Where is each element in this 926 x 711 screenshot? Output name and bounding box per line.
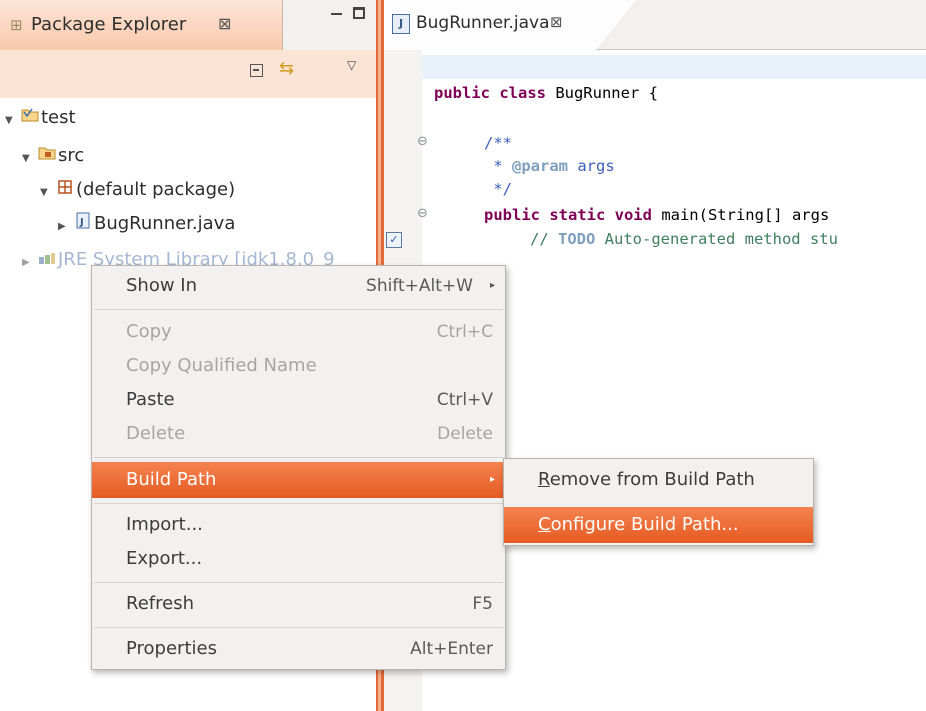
menu-separator [94,457,503,458]
link-with-editor-icon[interactable]: ⇆ [279,58,294,79]
menu-item-label: Copy [126,321,172,342]
expand-twisty-icon[interactable]: ▼ [5,105,19,137]
code-line-javadoc-param[interactable]: * @param args [484,157,615,175]
fold-collapse-icon[interactable]: ⊖ [417,134,428,149]
menu-item-refresh[interactable]: Refresh F5 [92,586,505,622]
submenu-arrow-icon: ▸ [489,280,495,291]
menu-item-export[interactable]: Export... [92,541,505,577]
menu-item-label: Paste [126,389,175,410]
menu-item-show-in[interactable]: Show In Shift+Alt+W ▸ [92,268,505,304]
menu-item-delete[interactable]: Delete Delete [92,416,505,452]
menu-mnemonic: C [538,514,551,535]
menu-item-copy-qualified-name[interactable]: Copy Qualified Name [92,348,505,384]
tree-item-bugrunner-java[interactable]: ▶ J BugRunner.java [58,208,235,240]
code-line-main-decl[interactable]: public static void main(String[] args [484,206,829,224]
menu-mnemonic: R [538,469,550,490]
tree-item-src[interactable]: ▼ src [22,140,84,172]
menu-item-build-path[interactable]: Build Path ▸ [92,462,505,498]
code-keyword: public static void [484,206,652,224]
menu-item-label: Import... [126,514,203,535]
collapse-all-icon[interactable] [250,64,263,77]
menu-item-accelerator: Delete [437,424,493,444]
code-javadoc-tag: @param [512,157,568,175]
tree-item-label: test [41,107,76,128]
tree-item-label: BugRunner.java [94,213,236,234]
menu-item-paste[interactable]: Paste Ctrl+V [92,382,505,418]
code-comment: Auto-generated method stu [595,230,838,248]
tree-item-label: src [58,145,85,166]
code-javadoc: * [484,157,512,175]
menu-item-properties[interactable]: Properties Alt+Enter [92,631,505,667]
package-explorer-toolbar [0,50,376,98]
submenu-arrow-icon: ▸ [489,474,495,485]
current-line-highlight [422,55,926,79]
code-line-todo[interactable]: // TODO Auto-generated method stu [530,230,838,248]
java-file-icon: J [72,208,94,240]
fold-collapse-icon[interactable]: ⊖ [417,206,428,221]
package-explorer-icon: ⊞ [10,16,23,34]
minimize-icon[interactable] [330,7,344,21]
menu-item-label: Build Path [126,469,217,490]
project-icon [19,102,41,134]
tree-item-default-package[interactable]: ▼ (default package) [40,174,235,206]
view-menu-icon[interactable]: ▽ [347,58,356,72]
library-icon [36,244,58,276]
maximize-icon[interactable] [353,7,365,19]
code-line-class-decl[interactable]: public class BugRunner { [434,84,658,102]
menu-item-accelerator: Ctrl+V [436,390,493,410]
menu-item-copy[interactable]: Copy Ctrl+C [92,314,505,350]
code-keyword: public class [434,84,546,102]
menu-separator [94,309,503,310]
menu-item-accelerator: Shift+Alt+W [366,276,473,296]
menu-item-label: Refresh [126,593,194,614]
code-javadoc: args [568,157,615,175]
menu-item-label: Configure Build Path... [538,507,739,543]
menu-item-label: Export... [126,548,203,569]
close-icon[interactable]: ⊠ [218,14,231,33]
menu-separator [94,627,503,628]
menu-item-label: Copy Qualified Name [126,355,317,376]
expand-twisty-icon[interactable]: ▶ [58,211,72,243]
menu-item-import[interactable]: Import... [92,507,505,543]
java-file-icon: J [392,14,410,34]
code-line-javadoc-open[interactable]: /** [484,134,512,152]
menu-item-accelerator: Ctrl+C [436,322,493,342]
source-folder-icon [36,140,58,172]
code-todo-tag: TODO [558,230,596,248]
tree-item-project[interactable]: ▼ test [5,102,76,134]
menu-item-accelerator: F5 [472,594,493,614]
menu-item-remove-from-build-path[interactable]: Remove from Build Path [504,462,813,498]
code-line-javadoc-close[interactable]: */ [484,180,512,198]
menu-separator [94,503,503,504]
code-javadoc: */ [484,180,512,198]
menu-item-label-rest: onfigure Build Path... [550,514,739,535]
menu-item-label: Remove from Build Path [538,462,755,498]
tree-item-label: (default package) [76,179,236,200]
menu-item-label: Properties [126,638,217,659]
expand-twisty-icon[interactable]: ▼ [22,143,36,175]
menu-item-accelerator: Alt+Enter [410,639,493,659]
editor-tab-label: BugRunner.java [416,13,550,33]
task-marker-icon[interactable]: ✓ [386,232,402,248]
menu-item-configure-build-path[interactable]: Configure Build Path... [504,507,813,543]
package-icon [54,174,76,206]
menu-item-label: Delete [126,423,186,444]
package-explorer-tab-label: Package Explorer [31,14,187,35]
close-icon[interactable]: ⊠ [550,13,563,31]
expand-twisty-icon[interactable]: ▼ [40,177,54,209]
svg-text:J: J [79,217,84,228]
expand-twisty-icon[interactable]: ▶ [22,247,36,279]
menu-separator [94,582,503,583]
code-text: main(String[] args [651,206,830,224]
menu-item-label: Show In [126,275,198,296]
code-text: BugRunner { [545,84,658,102]
code-comment: // [530,230,558,248]
menu-item-label-rest: emove from Build Path [549,469,755,490]
code-javadoc: /** [484,134,512,152]
